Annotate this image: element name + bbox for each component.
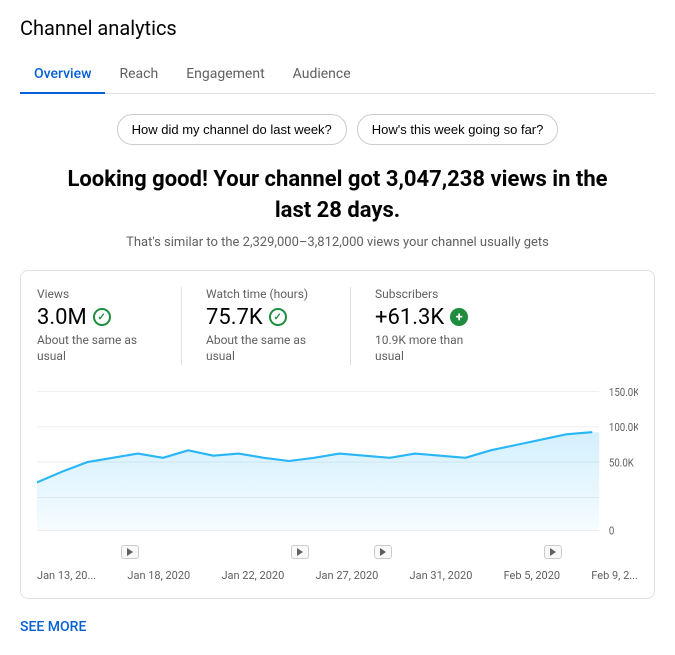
stat-views: Views 3.0M About the same as usual — [37, 287, 182, 366]
stat-watchtime-value: 75.7K — [206, 305, 263, 330]
chart-label-feb5: Feb 5, 2020 — [504, 569, 561, 582]
stat-subscribers-desc: 10.9K more than usual — [375, 332, 495, 366]
stat-views-value: 3.0M — [37, 305, 87, 330]
quick-questions: How did my channel do last week? How's t… — [20, 114, 655, 145]
stat-subscribers-value: +61.3K — [375, 305, 444, 330]
chart-container: 150.0K 100.0K 50.0K 0 — [37, 381, 638, 541]
tab-audience[interactable]: Audience — [279, 56, 365, 94]
stat-watchtime-label: Watch time (hours) — [206, 287, 326, 301]
stat-watchtime-icon — [269, 308, 287, 326]
stats-row: Views 3.0M About the same as usual Watch… — [37, 287, 638, 366]
stat-watchtime: Watch time (hours) 75.7K About the same … — [206, 287, 351, 366]
chart-play-feb5[interactable] — [544, 545, 562, 559]
quick-btn-this-week[interactable]: How's this week going so far? — [357, 114, 559, 145]
chart-play-jan13[interactable] — [121, 545, 139, 559]
chart-play-jan27[interactable] — [291, 545, 309, 559]
stat-subscribers-label: Subscribers — [375, 287, 495, 301]
tab-reach[interactable]: Reach — [105, 56, 172, 94]
hero-subtitle: That's similar to the 2,329,000–3,812,00… — [20, 235, 655, 250]
stats-chart-card: Views 3.0M About the same as usual Watch… — [20, 270, 655, 600]
chart-label-feb9: Feb 9, 2... — [591, 569, 638, 582]
svg-text:150.0K: 150.0K — [609, 388, 638, 400]
chart-label-jan22: Jan 22, 2020 — [221, 569, 284, 582]
chart-labels-x: Jan 13, 20... Jan 18, 2020 Jan 22, 2020 … — [37, 565, 638, 582]
chart-label-jan18: Jan 18, 2020 — [127, 569, 190, 582]
chart-play-jan31[interactable] — [374, 545, 392, 559]
svg-text:100.0K: 100.0K — [609, 423, 638, 435]
tab-engagement[interactable]: Engagement — [172, 56, 278, 94]
stat-views-icon — [93, 308, 111, 326]
chart-label-jan13: Jan 13, 20... — [37, 569, 96, 582]
tab-overview[interactable]: Overview — [20, 56, 105, 94]
hero-title: Looking good! Your channel got 3,047,238… — [58, 165, 618, 227]
stat-subscribers: Subscribers +61.3K 10.9K more than usual — [375, 287, 519, 366]
chart-svg: 150.0K 100.0K 50.0K 0 — [37, 381, 638, 541]
stat-views-desc: About the same as usual — [37, 332, 157, 366]
svg-text:0: 0 — [609, 526, 615, 538]
svg-text:50.0K: 50.0K — [609, 458, 635, 470]
quick-btn-last-week[interactable]: How did my channel do last week? — [117, 114, 347, 145]
chart-label-jan27: Jan 27, 2020 — [315, 569, 378, 582]
tabs-nav: Overview Reach Engagement Audience — [20, 56, 655, 94]
chart-icon-row — [37, 541, 638, 563]
stat-subscribers-icon — [450, 308, 468, 326]
stat-views-label: Views — [37, 287, 157, 301]
see-more-link[interactable]: SEE MORE — [20, 619, 86, 635]
hero-section: Looking good! Your channel got 3,047,238… — [20, 165, 655, 250]
chart-label-jan31: Jan 31, 2020 — [410, 569, 473, 582]
page-title: Channel analytics — [20, 16, 655, 40]
stat-watchtime-desc: About the same as usual — [206, 332, 326, 366]
